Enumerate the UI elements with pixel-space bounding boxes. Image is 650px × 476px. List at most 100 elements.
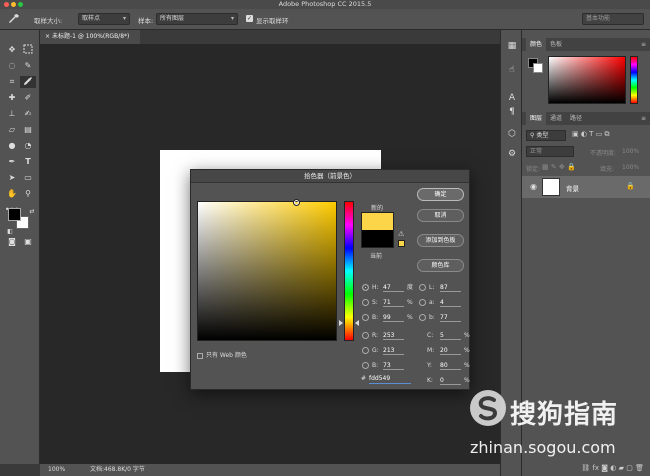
tab-layers[interactable]: 图层 [526, 112, 547, 125]
web-colors-only[interactable]: 只有 Web 颜色 [197, 350, 247, 359]
blue-radio[interactable] [362, 362, 369, 369]
foreground-color-swatch[interactable] [8, 208, 21, 221]
hand-icon[interactable]: ✋ [4, 188, 20, 200]
yellow-input[interactable]: 80 [440, 361, 461, 370]
red-input[interactable]: 253 [383, 331, 404, 340]
minimize-window-button[interactable] [11, 2, 16, 7]
tab-color[interactable]: 颜色 [526, 38, 547, 51]
saturation-input[interactable]: 71 [383, 298, 404, 307]
hue-slider-arrow-right[interactable] [355, 319, 359, 326]
brush-icon[interactable]: ✐ [20, 92, 36, 104]
brightness-input[interactable]: 99 [383, 313, 404, 322]
cancel-button[interactable]: 取消 [417, 209, 464, 222]
color-marker[interactable] [293, 199, 301, 207]
layer-row[interactable]: ◉ 背景 🔒 [522, 176, 650, 198]
show-ring-checkbox[interactable]: ✓ [246, 15, 253, 22]
history-brush-icon[interactable]: ✍ [20, 108, 36, 120]
tools-bar: ✥ ◌ ✎ ⌗ ✚ ✐ ⊥ ✍ ▱ ▤ ● ◔ ✒ T ➤ ▭ ✋ ⚲ ••• … [0, 30, 40, 464]
cyan-input[interactable]: 5 [440, 331, 461, 340]
sample-label: 样本: [138, 17, 154, 25]
quick-select-icon[interactable]: ✎ [20, 60, 36, 72]
hue-radio[interactable] [362, 284, 369, 291]
tab-channels[interactable]: 通道 [546, 112, 566, 125]
tab-swatches[interactable]: 色板 [546, 38, 566, 51]
lab-a-input[interactable]: 4 [440, 298, 461, 307]
lasso-icon[interactable]: ◌ [4, 60, 20, 72]
screen-mode-icon[interactable]: ▣ [20, 236, 36, 248]
red-radio[interactable] [362, 332, 369, 339]
panel-menu-icon[interactable]: ≡ [641, 38, 646, 51]
panel-background-swatch[interactable] [533, 63, 543, 73]
layer-name[interactable]: 背景 [566, 183, 579, 193]
marquee-icon[interactable] [20, 44, 36, 56]
brightness-radio[interactable] [362, 314, 369, 321]
hue-slider-arrow-left[interactable] [339, 319, 343, 326]
fill-value[interactable]: 100% [622, 164, 639, 171]
saturation-brightness-field[interactable] [197, 199, 337, 341]
lock-icons[interactable]: ▦ ✎ ✥ 🔒 [542, 163, 576, 171]
current-color-swatch[interactable] [361, 230, 394, 248]
black-input[interactable]: 0 [440, 376, 461, 385]
zoom-level[interactable]: 100% [48, 464, 65, 476]
lab-b-radio[interactable] [419, 314, 426, 321]
character-panel-icon[interactable]: A [506, 92, 518, 104]
color-libraries-button[interactable]: 颜色库 [417, 259, 464, 272]
rectangle-icon[interactable]: ▭ [20, 172, 36, 184]
hex-input[interactable]: fdd549 [369, 374, 411, 384]
color-spectrum[interactable] [548, 56, 626, 104]
web-colors-checkbox[interactable] [197, 352, 203, 359]
3d-panel-icon[interactable]: ⬡ [506, 128, 518, 140]
paragraph-panel-icon[interactable]: ¶ [506, 106, 518, 118]
magenta-input[interactable]: 20 [440, 346, 461, 355]
visibility-eye-icon[interactable]: ◉ [530, 182, 537, 191]
panel-hue-slider[interactable] [630, 56, 638, 104]
quick-mask-icon[interactable]: ◙ [4, 236, 20, 248]
layer-filter-icons[interactable]: ▣ ◐ T ▭ ⧉ [572, 130, 610, 139]
blend-mode-select[interactable]: 正常 [526, 146, 574, 157]
saturation-radio[interactable] [362, 299, 369, 306]
eyedropper-icon[interactable] [20, 76, 36, 88]
properties-panel-icon[interactable]: ⚙ [506, 148, 518, 160]
type-icon[interactable]: T [20, 156, 36, 168]
pen-icon[interactable]: ✒ [4, 156, 20, 168]
eraser-icon[interactable]: ▱ [4, 124, 20, 136]
healing-icon[interactable]: ✚ [4, 92, 20, 104]
lab-l-radio[interactable] [419, 284, 426, 291]
document-tab[interactable]: × 未标题-1 @ 100%(RGB/8*) [40, 30, 140, 44]
sample-size-select[interactable]: 取样点 ▾ [78, 13, 130, 25]
eyedropper-tool-preset-icon[interactable] [6, 13, 22, 25]
actions-panel-icon[interactable]: ☝ [506, 64, 518, 76]
gamut-warning-icon[interactable]: ⚠ [398, 230, 404, 238]
tab-paths[interactable]: 路径 [566, 112, 586, 125]
lab-a-radio[interactable] [419, 299, 426, 306]
opacity-value[interactable]: 100% [622, 148, 639, 155]
zoom-window-button[interactable] [18, 2, 23, 7]
zoom-icon[interactable]: ⚲ [20, 188, 36, 200]
path-select-icon[interactable]: ➤ [4, 172, 20, 184]
hue-input[interactable]: 47 [383, 283, 404, 292]
ok-button[interactable]: 确定 [417, 188, 464, 201]
blue-input[interactable]: 73 [383, 361, 404, 370]
stamp-icon[interactable]: ⊥ [4, 108, 20, 120]
crop-icon[interactable]: ⌗ [4, 76, 20, 88]
document-info[interactable]: 文档:468.8K/0 字节 [90, 464, 145, 476]
swap-colors-icon[interactable]: ⇄ [24, 206, 40, 218]
hue-slider[interactable] [344, 201, 354, 341]
layer-filter-select[interactable]: ⚲ 类型 [526, 130, 566, 141]
close-window-button[interactable] [4, 2, 9, 7]
gamut-color-swatch[interactable] [398, 240, 405, 247]
sample-select[interactable]: 所有图层 ▾ [156, 13, 238, 25]
blur-icon[interactable]: ● [4, 140, 20, 152]
document-tab-close[interactable]: × [45, 33, 50, 40]
move-icon[interactable]: ✥ [4, 44, 20, 56]
history-panel-icon[interactable]: ▦ [506, 40, 518, 52]
panel-menu-icon[interactable]: ≡ [641, 112, 646, 125]
lab-l-input[interactable]: 87 [440, 283, 461, 292]
add-to-swatches-button[interactable]: 添加到色板 [417, 234, 464, 247]
green-input[interactable]: 213 [383, 346, 404, 355]
workspace-search-input[interactable]: 基本功能 [582, 13, 644, 25]
dodge-icon[interactable]: ◔ [20, 140, 36, 152]
green-radio[interactable] [362, 347, 369, 354]
lab-b-input[interactable]: 77 [440, 313, 461, 322]
gradient-icon[interactable]: ▤ [20, 124, 36, 136]
